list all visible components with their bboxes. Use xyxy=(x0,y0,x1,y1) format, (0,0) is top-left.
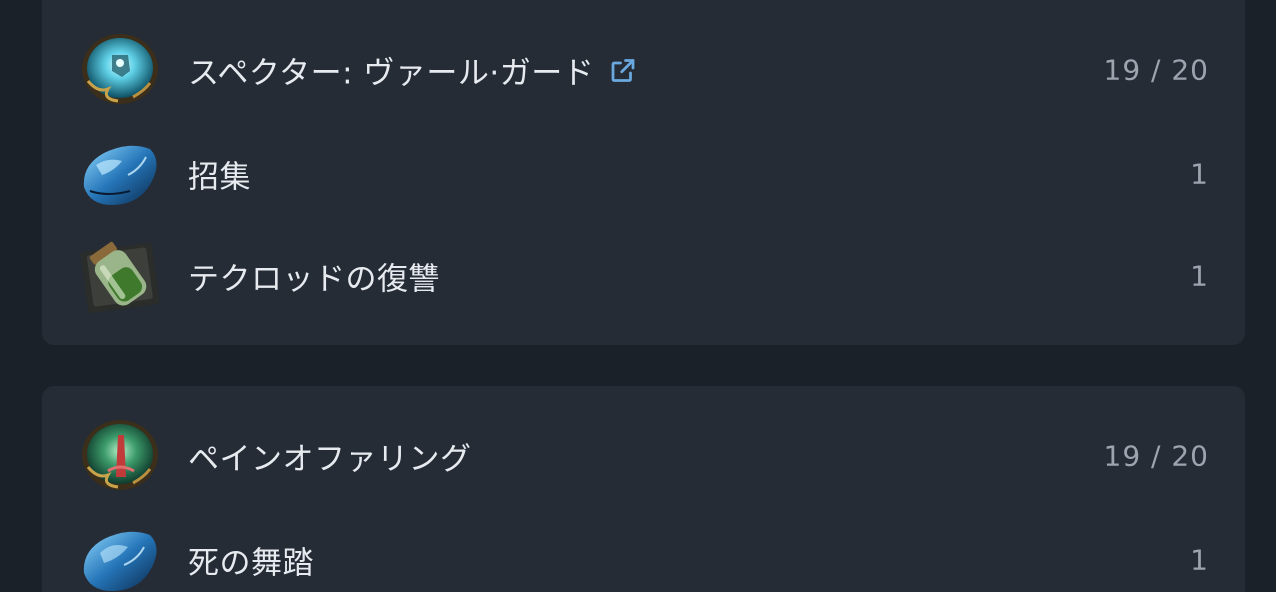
gem-name-label: 死の舞踏 xyxy=(188,545,314,582)
gem-name-label: スペクター: ヴァール·ガード xyxy=(188,55,595,92)
pain-offering-gem-icon xyxy=(82,420,158,490)
gem-name-label: 招集 xyxy=(188,159,251,196)
blue-support-gem-icon xyxy=(83,145,157,205)
gem-level: 1 xyxy=(1190,543,1209,577)
gem-row[interactable]: 死の舞踏 1 xyxy=(42,510,1245,592)
gem-row[interactable]: スペクター: ヴァール·ガード 19 / 20 xyxy=(42,20,1245,120)
skill-group-card: ペインオファリング 19 / 20 死の舞踏 1 xyxy=(42,386,1245,592)
gem-name: 招集 xyxy=(188,152,251,197)
spectre-gem-icon xyxy=(82,34,158,104)
gem-level: 1 xyxy=(1190,157,1209,191)
gem-name: ペインオファリング xyxy=(188,434,472,479)
gem-name-label: ペインオファリング xyxy=(188,441,472,478)
gem-name: 死の舞踏 xyxy=(188,538,314,583)
item-name-label: テクロッドの復讐 xyxy=(188,261,440,298)
jar-item-icon xyxy=(80,241,160,314)
external-link-icon[interactable] xyxy=(608,55,638,85)
item-count: 1 xyxy=(1190,259,1209,293)
page: スペクター: ヴァール·ガード 19 / 20 招集 1 テクロッドの復讐 1 … xyxy=(0,0,1276,592)
gem-row[interactable]: ペインオファリング 19 / 20 xyxy=(42,406,1245,506)
skill-group-card: スペクター: ヴァール·ガード 19 / 20 招集 1 テクロッドの復讐 1 xyxy=(42,0,1245,345)
gem-level: 19 / 20 xyxy=(1103,53,1209,87)
gem-name: スペクター: ヴァール·ガード xyxy=(188,48,638,93)
item-name: テクロッドの復讐 xyxy=(188,254,440,299)
blue-support-gem-icon xyxy=(83,531,157,591)
gem-row[interactable]: 招集 1 xyxy=(42,124,1245,224)
item-row[interactable]: テクロッドの復讐 1 xyxy=(42,226,1245,326)
gem-level: 19 / 20 xyxy=(1103,439,1209,473)
